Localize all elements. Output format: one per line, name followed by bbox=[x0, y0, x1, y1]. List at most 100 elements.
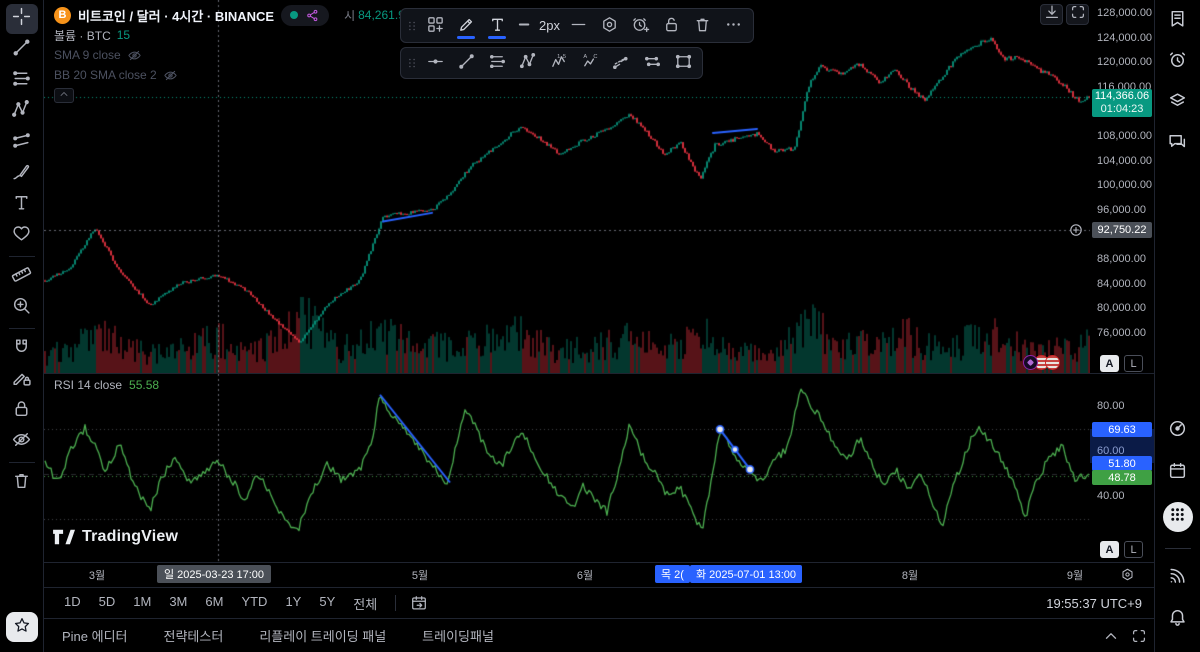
drag-handle-icon[interactable] bbox=[405, 54, 419, 72]
expand-panel-button[interactable] bbox=[1102, 627, 1120, 645]
add-alert-plus-icon[interactable] bbox=[1068, 222, 1084, 243]
rsi-auto-scale-button[interactable]: A bbox=[1100, 541, 1119, 558]
eye-off-icon[interactable] bbox=[127, 48, 142, 63]
volume-legend-row[interactable]: 볼륨 · BTC 15 bbox=[54, 25, 442, 45]
divider bbox=[9, 256, 35, 257]
tool-button[interactable]: 1D bbox=[56, 590, 89, 617]
trend-line-icon bbox=[457, 52, 476, 74]
tool-pencil[interactable] bbox=[451, 12, 481, 39]
symbol-title[interactable]: 비트코인 / 달러 · 4시간 · BINANCE bbox=[78, 6, 274, 25]
maximize-panel-button[interactable] bbox=[1130, 627, 1148, 645]
clock[interactable]: 19:55:37 UTC+9 bbox=[1046, 596, 1142, 611]
tool-rectangle[interactable] bbox=[668, 50, 698, 77]
tool-text-tool[interactable] bbox=[6, 190, 38, 220]
tool-button[interactable]: YTD bbox=[233, 590, 275, 617]
tool-layers[interactable] bbox=[1164, 90, 1192, 116]
favorite-tools-button[interactable] bbox=[6, 612, 38, 642]
event-icons[interactable] bbox=[1023, 355, 1060, 370]
tool-xabcd-pattern[interactable] bbox=[6, 97, 38, 127]
trend-fib-icon bbox=[612, 52, 631, 74]
tool-trend-line[interactable] bbox=[451, 50, 481, 77]
tool-trash[interactable] bbox=[688, 12, 718, 39]
drag-handle-icon[interactable] bbox=[405, 17, 419, 35]
rsi-legend[interactable]: RSI 14 close 55.58 bbox=[54, 378, 159, 392]
tool-xabcd-pattern[interactable] bbox=[513, 50, 543, 77]
share-icon[interactable] bbox=[305, 8, 320, 23]
tool-radar[interactable] bbox=[1164, 418, 1192, 444]
rsi-value: 55.58 bbox=[129, 378, 159, 392]
tool-projection[interactable] bbox=[6, 128, 38, 158]
tool-trend-fib[interactable] bbox=[606, 50, 636, 77]
tool-trend-line[interactable] bbox=[6, 35, 38, 65]
tool-button[interactable]: 5D bbox=[91, 590, 124, 617]
tool-signal[interactable] bbox=[1164, 565, 1192, 591]
tool-line-style[interactable] bbox=[564, 12, 594, 39]
rsi-log-scale-button[interactable]: L bbox=[1124, 541, 1143, 558]
tool-calendar[interactable] bbox=[1164, 460, 1192, 486]
tool-watchlist[interactable] bbox=[1164, 8, 1192, 34]
sidebar-bottom-list bbox=[1155, 418, 1200, 652]
tool-more-dots[interactable] bbox=[719, 12, 749, 39]
text-tool-icon bbox=[11, 192, 32, 218]
tool-elliott-wave[interactable]: 15 bbox=[544, 50, 574, 77]
tool-button[interactable]: 1Y bbox=[277, 590, 309, 617]
tool-eye-off[interactable] bbox=[6, 427, 38, 457]
svg-text:A: A bbox=[583, 54, 587, 60]
pane-divider[interactable] bbox=[44, 373, 1154, 374]
tool-trash[interactable] bbox=[6, 468, 38, 498]
download-chart-button[interactable] bbox=[1040, 4, 1063, 25]
tool-magnet[interactable] bbox=[6, 334, 38, 364]
tab-replay-trading-panel[interactable]: 리플레이 트레이딩 패널 bbox=[259, 626, 386, 645]
go-to-date-button[interactable] bbox=[406, 592, 432, 614]
tool-alarm[interactable] bbox=[1164, 49, 1192, 75]
sma-legend-row[interactable]: SMA 9 close bbox=[54, 45, 442, 65]
tool-lock[interactable] bbox=[6, 396, 38, 426]
tool-draw-lock[interactable] bbox=[6, 365, 38, 395]
us-event-icon[interactable] bbox=[1045, 355, 1060, 370]
tool-fib-retracement[interactable] bbox=[482, 50, 512, 77]
tab-trading-panel[interactable]: 트레이딩패널 bbox=[422, 626, 494, 645]
tool-button[interactable]: 5Y bbox=[311, 590, 343, 617]
tool-alarm-plus[interactable] bbox=[626, 12, 656, 39]
tool-grid-plus[interactable] bbox=[420, 12, 450, 39]
fullscreen-button[interactable] bbox=[1066, 4, 1089, 25]
market-status-pill[interactable] bbox=[281, 5, 329, 26]
tool-ruler[interactable] bbox=[6, 262, 38, 292]
auto-scale-button[interactable]: A bbox=[1100, 355, 1119, 372]
axis-settings-gear-icon[interactable] bbox=[1116, 564, 1138, 584]
tool-text-tool[interactable] bbox=[482, 12, 512, 39]
tool-abc-pattern[interactable]: AC bbox=[575, 50, 605, 77]
tool-unlock[interactable] bbox=[657, 12, 687, 39]
crypto-event-icon[interactable] bbox=[1023, 355, 1038, 370]
drawing-settings-buttons: 2px bbox=[420, 12, 749, 39]
tool-heart[interactable] bbox=[6, 221, 38, 251]
sma-label: SMA 9 close bbox=[54, 48, 121, 62]
tab-strategy-tester[interactable]: 전략테스터 bbox=[164, 626, 224, 645]
log-scale-button[interactable]: L bbox=[1124, 355, 1143, 372]
tool-brush[interactable] bbox=[6, 159, 38, 189]
tool-bell[interactable] bbox=[1164, 607, 1192, 633]
tool-button[interactable]: 전체 bbox=[345, 590, 385, 617]
tool-button[interactable]: 1M bbox=[125, 590, 159, 617]
bb-legend-row[interactable]: BB 20 SMA close 2 bbox=[54, 65, 442, 85]
star-icon bbox=[13, 616, 31, 639]
radar-icon bbox=[1167, 418, 1188, 444]
price-axis[interactable]: 128,000.00124,000.00120,000.00116,000.00… bbox=[1090, 0, 1154, 562]
time-axis[interactable]: 3월5월6월8월9월 일 2025-03-23 17:00 목 2( 화 202… bbox=[44, 563, 1154, 586]
tool-button[interactable]: 6M bbox=[197, 590, 231, 617]
tool-crosshair[interactable] bbox=[6, 4, 38, 34]
tool-flat-channel[interactable] bbox=[637, 50, 667, 77]
tool-apps[interactable] bbox=[1163, 502, 1193, 532]
tool-line-width[interactable]: 2px bbox=[513, 12, 563, 39]
tool-chat[interactable] bbox=[1164, 131, 1192, 157]
fib-retracement-icon bbox=[488, 52, 507, 74]
tool-gear-hex[interactable] bbox=[595, 12, 625, 39]
legend-collapse-button[interactable] bbox=[54, 88, 74, 103]
tool-button[interactable]: 3M bbox=[161, 590, 195, 617]
eye-off-icon[interactable] bbox=[163, 68, 178, 83]
tab-pine-editor[interactable]: Pine 에디터 bbox=[62, 626, 128, 645]
rsi-pane[interactable] bbox=[44, 374, 1090, 562]
tool-zoom-in[interactable] bbox=[6, 293, 38, 323]
tool-hline[interactable] bbox=[420, 50, 450, 77]
tool-fib-retracement[interactable] bbox=[6, 66, 38, 96]
